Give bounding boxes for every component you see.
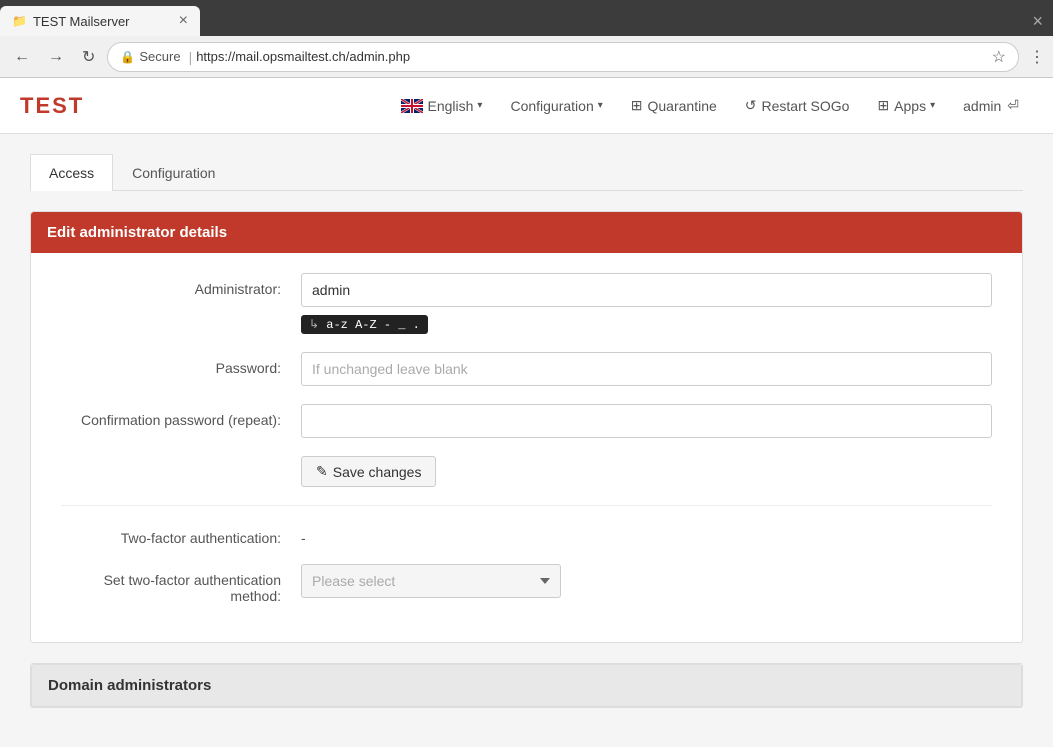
tfa-value: - (301, 522, 306, 546)
apps-label: Apps (894, 98, 926, 114)
confirm-password-field-container (301, 404, 992, 438)
set-tfa-field-group: Set two-factor authentication method: Pl… (61, 564, 992, 604)
admin-field-label: Administrator: (61, 273, 301, 297)
tab-title: TEST Mailserver (33, 14, 171, 29)
language-caret-icon: ▾ (477, 100, 482, 111)
restart-sogo-label: Restart SOGo (762, 98, 850, 114)
secure-label: Secure (139, 49, 180, 64)
bookmark-icon[interactable]: ☆ (992, 47, 1006, 67)
form-divider (61, 505, 992, 506)
save-button-spacer (61, 456, 301, 464)
nav-quarantine[interactable]: ⊞ Quarantine (617, 78, 731, 134)
domain-admins-header: Domain administrators (31, 664, 1022, 707)
tfa-method-select[interactable]: Please select (301, 564, 561, 598)
save-button-label: Save changes (333, 464, 422, 480)
quarantine-icon: ⊞ (631, 97, 643, 114)
back-button[interactable]: ← (8, 44, 36, 70)
browser-controls: ← → ↻ 🔒 Secure | https://mail.opsmailtes… (0, 36, 1053, 78)
logout-icon[interactable]: ⏎ (1007, 97, 1019, 114)
apps-caret-icon: ▾ (930, 100, 935, 111)
confirm-password-label: Confirmation password (repeat): (61, 404, 301, 428)
page-content: Access Configuration Edit administrator … (0, 134, 1053, 747)
tfa-field-group: Two-factor authentication: - (61, 522, 992, 546)
user-label: admin (963, 98, 1001, 114)
forward-button[interactable]: → (42, 44, 70, 70)
reload-button[interactable]: ↻ (76, 43, 101, 71)
app-brand: TEST (20, 93, 84, 119)
tab-access[interactable]: Access (30, 154, 113, 191)
admin-field-container: a-z A-Z - _ . (301, 273, 992, 334)
nav-apps[interactable]: ⊞ Apps ▾ (863, 78, 949, 134)
tab-configuration[interactable]: Configuration (113, 154, 234, 191)
admin-field-group: Administrator: a-z A-Z - _ . (61, 273, 992, 334)
tab-navigation: Access Configuration (30, 154, 1023, 191)
edit-admin-body: Administrator: a-z A-Z - _ . Password: C… (31, 253, 1022, 642)
tfa-field-label: Two-factor authentication: (61, 522, 301, 546)
configuration-caret-icon: ▾ (598, 100, 603, 111)
admin-input[interactable] (301, 273, 992, 307)
browser-menu-icon[interactable]: ⋮ (1029, 47, 1045, 67)
save-icon: ✎ (316, 463, 328, 480)
browser-chrome: 📁 TEST Mailserver × × ← → ↻ 🔒 Secure | h… (0, 0, 1053, 78)
language-label: English (428, 98, 474, 114)
nav-configuration[interactable]: Configuration ▾ (496, 78, 616, 134)
address-separator: | (189, 49, 193, 65)
password-field-label: Password: (61, 352, 301, 376)
quarantine-label: Quarantine (648, 98, 717, 114)
confirm-password-field-group: Confirmation password (repeat): (61, 404, 992, 438)
save-button-container: ✎ Save changes (301, 456, 992, 487)
confirm-password-input[interactable] (301, 404, 992, 438)
lock-icon: 🔒 (120, 50, 135, 64)
save-button-group: ✎ Save changes (61, 456, 992, 487)
configuration-label: Configuration (510, 98, 593, 114)
address-bar[interactable]: 🔒 Secure | https://mail.opsmailtest.ch/a… (107, 42, 1019, 72)
domain-admins-card: Domain administrators (30, 663, 1023, 708)
browser-tab[interactable]: 📁 TEST Mailserver × (0, 6, 200, 36)
set-tfa-field-container: Please select (301, 564, 992, 598)
password-field-container (301, 352, 992, 386)
edit-admin-card: Edit administrator details Administrator… (30, 211, 1023, 643)
tab-favicon-icon: 📁 (12, 14, 27, 28)
admin-validation-hint: a-z A-Z - _ . (301, 315, 428, 334)
password-input[interactable] (301, 352, 992, 386)
restart-icon: ↺ (745, 97, 757, 114)
tab-close-icon[interactable]: × (179, 13, 188, 29)
app-navbar: TEST English ▾ Configuration ▾ ⊞ Quarant… (0, 78, 1053, 134)
nav-user[interactable]: admin ⏎ (949, 78, 1033, 134)
url-text: https://mail.opsmailtest.ch/admin.php (196, 49, 983, 64)
flag-uk-icon (401, 99, 423, 113)
edit-admin-header: Edit administrator details (31, 212, 1022, 253)
save-changes-button[interactable]: ✎ Save changes (301, 456, 436, 487)
apps-icon: ⊞ (877, 97, 889, 114)
nav-language[interactable]: English ▾ (387, 78, 497, 134)
password-field-group: Password: (61, 352, 992, 386)
tab-bar: 📁 TEST Mailserver × × (0, 0, 1053, 36)
set-tfa-label: Set two-factor authentication method: (61, 564, 301, 604)
new-tab-button[interactable]: × (1022, 11, 1053, 32)
nav-restart-sogo[interactable]: ↺ Restart SOGo (731, 78, 864, 134)
